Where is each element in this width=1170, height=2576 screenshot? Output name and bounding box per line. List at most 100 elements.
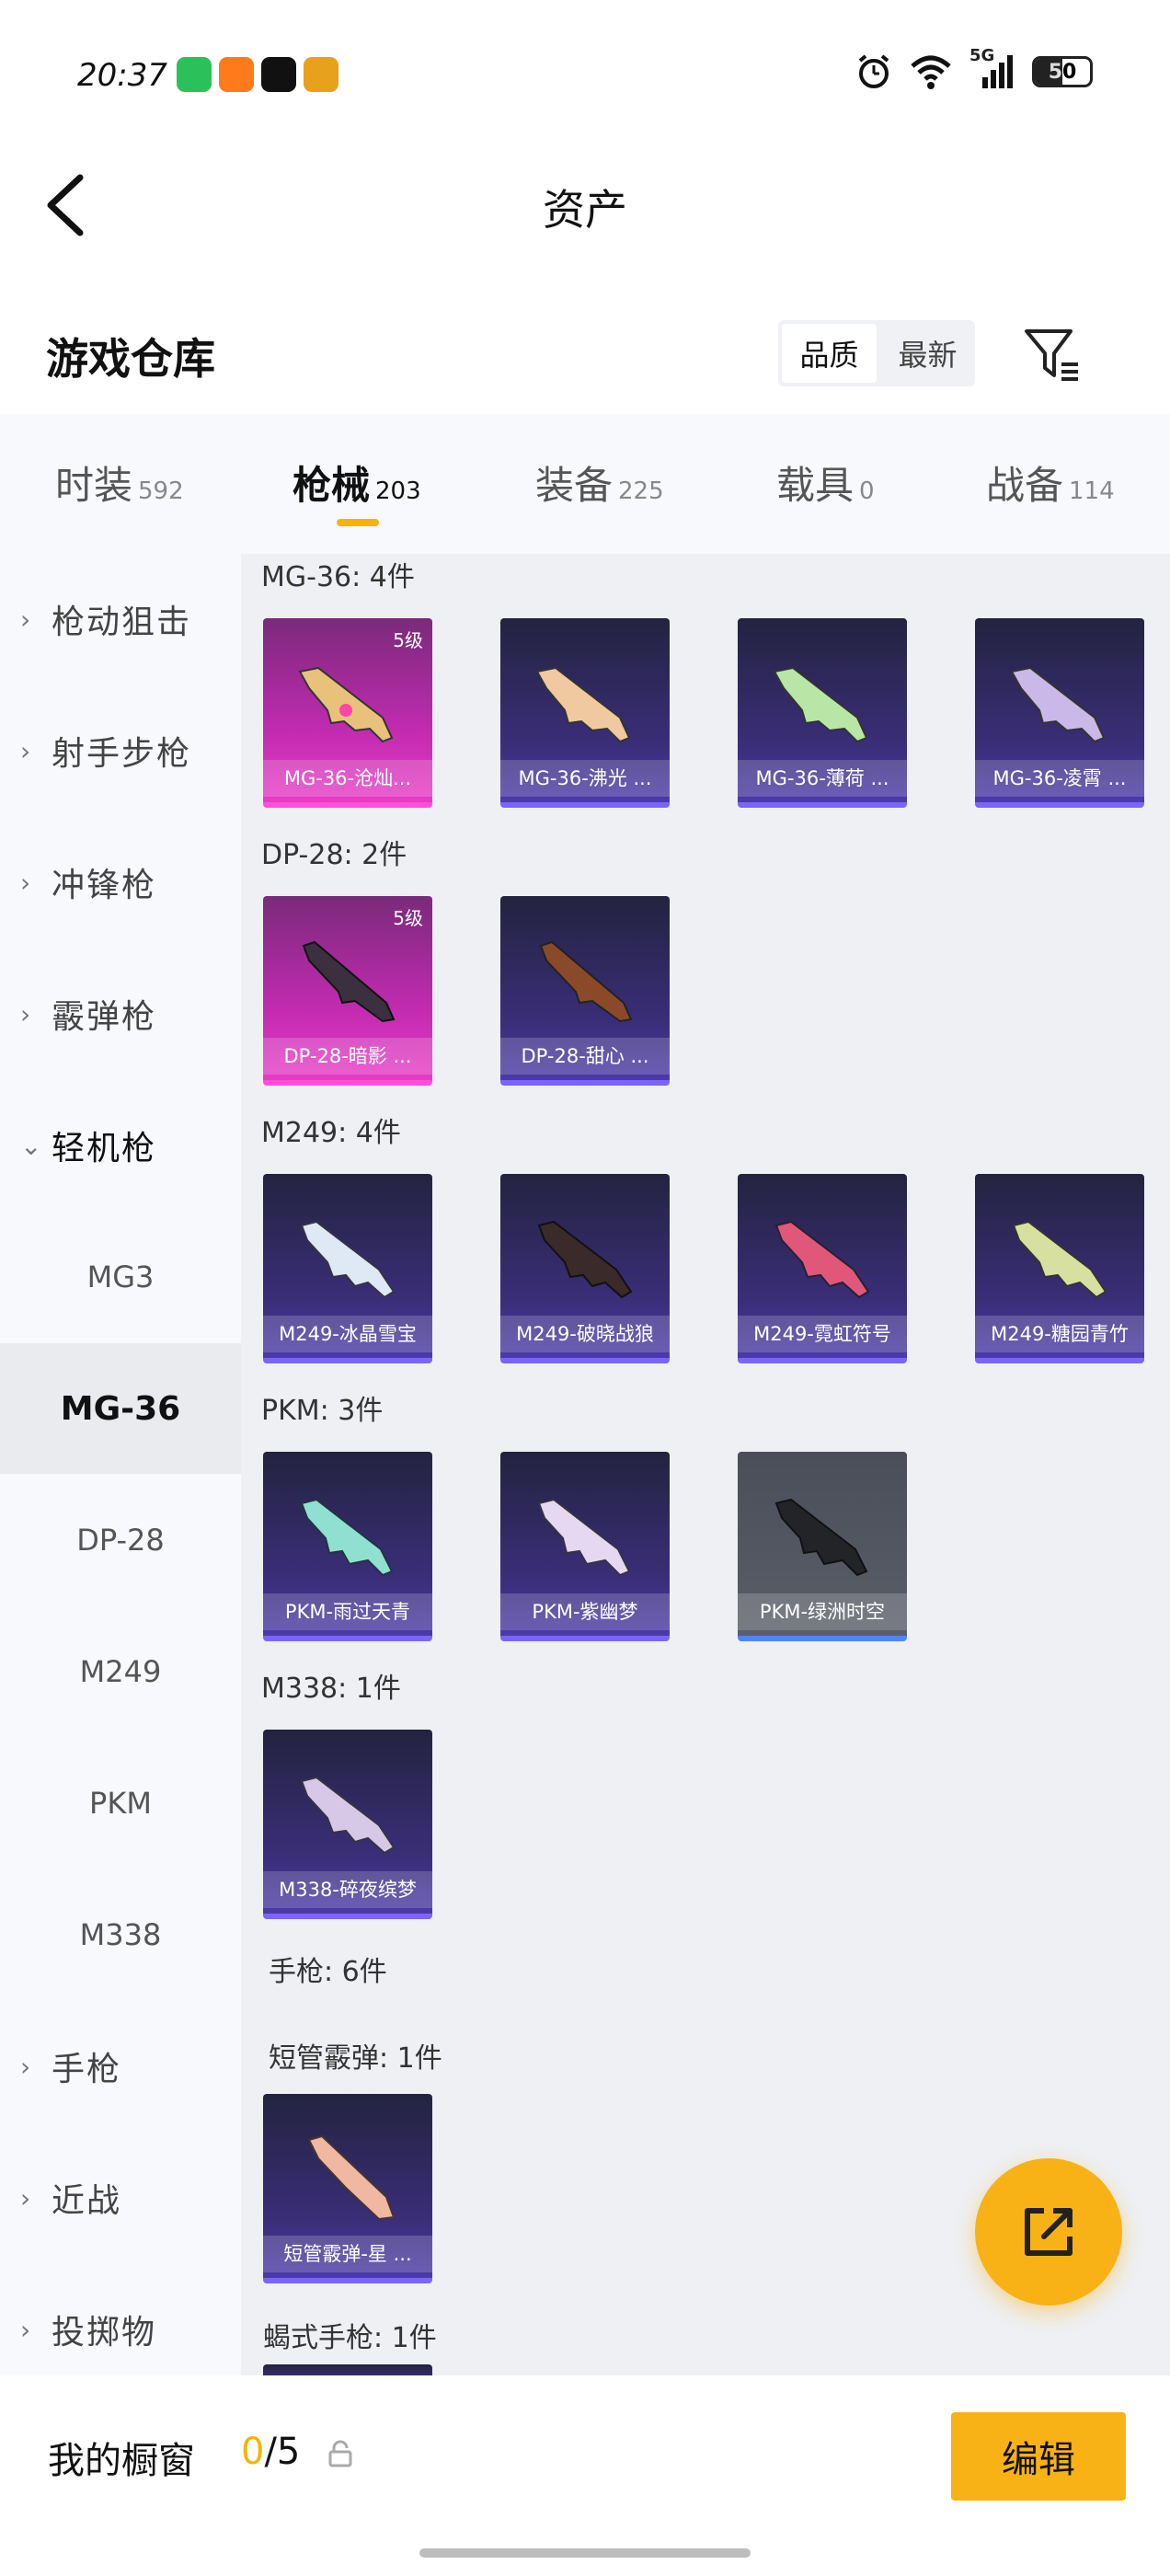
tab-equipment[interactable]: 装备 225: [535, 454, 664, 511]
lmg-skin-icon: [300, 1498, 394, 1577]
chevron-right-icon: ›: [20, 604, 31, 635]
status-bar: 20:37 5G 50: [0, 0, 1170, 147]
skin-name: 短管霰弹-星 ...: [263, 2236, 432, 2272]
skin-card[interactable]: PKM-紫幽梦: [500, 1452, 670, 1641]
tab-guns[interactable]: 枪械 203: [292, 454, 421, 511]
cellular-signal-icon: 5G: [969, 46, 1015, 90]
sidebar-item-pistol[interactable]: › 手枪: [0, 2001, 241, 2132]
chevron-right-icon: ›: [20, 867, 31, 898]
skin-name: M249-冰晶雪宝: [263, 1316, 432, 1352]
taobao-flash-app-icon: [219, 57, 254, 92]
sidebar-item-label: 近战: [52, 2182, 122, 2220]
skin-name: MG-36-沸光 ...: [500, 760, 670, 797]
chevron-right-icon: ›: [20, 735, 31, 766]
skin-name: PKM-紫幽梦: [500, 1593, 670, 1630]
external-link-icon: [1025, 2208, 1072, 2256]
filter-icon[interactable]: [1023, 326, 1082, 385]
chevron-right-icon: ›: [20, 2051, 31, 2082]
page-title: 资产: [543, 185, 627, 235]
skin-name: PKM-绿洲时空: [738, 1593, 907, 1630]
tab-count: 0: [859, 477, 875, 505]
tab-vehicles[interactable]: 载具 0: [776, 454, 875, 511]
skin-name: M249-破晓战狼: [500, 1316, 670, 1352]
skin-card[interactable]: MG-36-凌霄 ...: [975, 618, 1144, 808]
skin-name: MG-36-沧灿...: [263, 760, 432, 797]
skin-card[interactable]: M338-碎夜缤梦: [263, 1730, 432, 1919]
sort-quality-button[interactable]: 品质: [782, 324, 877, 383]
skin-card[interactable]: PKM-雨过天青: [263, 1452, 432, 1641]
group-title: DP-28: 2件: [261, 839, 407, 871]
sidebar-item-smg[interactable]: › 冲锋枪: [0, 817, 241, 948]
skin-card[interactable]: 5级 MG-36-沧灿...: [263, 618, 432, 808]
skin-card[interactable]: 短管霰弹-星 ...: [263, 2094, 432, 2283]
skin-card[interactable]: DP-28-甜心 ...: [500, 896, 670, 1086]
group-title: 蝎式手枪: 1件: [263, 2322, 437, 2354]
edit-button[interactable]: 编辑: [951, 2412, 1126, 2501]
tab-label: 枪械: [292, 463, 371, 508]
chevron-right-icon: ›: [20, 2314, 31, 2345]
sidebar-subitem-m249[interactable]: M249: [0, 1606, 241, 1737]
showcase-current: 0: [241, 2431, 265, 2473]
skin-card[interactable]: PKM-绿洲时空: [738, 1452, 907, 1641]
group-title: 短管霰弹: 1件: [269, 2042, 442, 2075]
tab-battle-gear[interactable]: 战备 114: [986, 454, 1115, 511]
sidebar-item-label: 轻机枪: [52, 1130, 157, 1167]
shotgun-skin-icon: [307, 2134, 396, 2221]
sidebar-item-label: 射手步枪: [52, 735, 192, 773]
sidebar-item-label: 投掷物: [52, 2314, 157, 2352]
skin-card[interactable]: 5级 DP-28-暗影 ...: [263, 896, 432, 1086]
sidebar-subitem-dp28[interactable]: DP-28: [0, 1475, 241, 1605]
sidebar-subitem-m338[interactable]: M338: [0, 1869, 241, 2000]
sidebar-item-marksman-rifle[interactable]: › 射手步枪: [0, 685, 241, 816]
home-indicator[interactable]: [419, 2548, 751, 2558]
tab-count: 114: [1069, 477, 1115, 505]
skin-name: M249-霓虹符号: [738, 1316, 907, 1352]
chevron-right-icon: ›: [20, 998, 31, 1029]
lmg-skin-icon: [535, 666, 631, 743]
wifi-icon: [911, 55, 951, 89]
showcase-label: 我的橱窗: [48, 2440, 195, 2482]
tab-fashion[interactable]: 时装 592: [55, 454, 184, 511]
sidebar-item-shotgun[interactable]: › 霰弹枪: [0, 949, 241, 1079]
tab-count: 203: [375, 477, 421, 505]
lmg-skin-icon: [300, 1776, 396, 1855]
showcase-total: /5: [264, 2431, 301, 2473]
sidebar-subitem-pkm[interactable]: PKM: [0, 1738, 241, 1869]
skin-card[interactable]: M249-糖园青竹: [975, 1174, 1144, 1363]
sort-newest-button[interactable]: 最新: [880, 320, 975, 386]
chevron-right-icon: ›: [20, 2182, 31, 2214]
bottom-bar: 我的橱窗 0/5 编辑: [0, 2375, 1170, 2576]
skin-name: M338-碎夜缤梦: [263, 1871, 432, 1908]
skin-card-partial[interactable]: [263, 2364, 432, 2375]
sidebar-item-lmg[interactable]: ⌄ 轻机枪: [0, 1080, 241, 1211]
lmg-skin-icon: [1012, 1220, 1107, 1299]
battery-icon: 50: [1032, 56, 1093, 87]
lmg-skin-icon: [539, 940, 633, 1023]
sidebar-item-label: 冲锋枪: [52, 867, 157, 904]
weapon-skin-grid: MG-36: 4件 5级 MG-36-沧灿... MG-36-沸光 ... MG…: [241, 554, 1170, 2375]
alarm-clock-icon: [858, 54, 889, 88]
skin-name: M249-糖园青竹: [975, 1316, 1144, 1352]
skin-card[interactable]: MG-36-沸光 ...: [500, 618, 670, 808]
skin-card[interactable]: M249-破晓战狼: [500, 1174, 670, 1363]
group-title: M249: 4件: [261, 1117, 401, 1149]
group-title: MG-36: 4件: [261, 561, 415, 593]
skin-card[interactable]: MG-36-薄荷 ...: [738, 618, 907, 808]
sidebar-item-melee[interactable]: › 近战: [0, 2133, 241, 2263]
sidebar-item-bolt-sniper[interactable]: › 枪动狙击: [0, 554, 241, 684]
status-right: 5G 50: [855, 46, 1093, 90]
skin-card[interactable]: M249-霓虹符号: [738, 1174, 907, 1363]
warehouse-row: 游戏仓库 品质 最新: [0, 294, 1170, 414]
status-time: 20:37: [77, 57, 167, 94]
peace-elite-app-icon: [304, 57, 338, 92]
sort-toggle: 品质 最新: [778, 320, 975, 386]
tab-label: 装备: [535, 463, 614, 508]
lmg-skin-icon: [537, 1220, 633, 1299]
sidebar-subitem-mg3[interactable]: MG3: [0, 1212, 241, 1342]
tab-label: 时装: [55, 463, 133, 508]
active-tab-indicator: [337, 519, 379, 526]
skin-card[interactable]: M249-冰晶雪宝: [263, 1174, 432, 1363]
sidebar-subitem-mg36[interactable]: MG-36: [0, 1343, 241, 1474]
chevron-down-icon: ⌄: [20, 1130, 42, 1161]
share-fab-button[interactable]: [975, 2158, 1122, 2306]
